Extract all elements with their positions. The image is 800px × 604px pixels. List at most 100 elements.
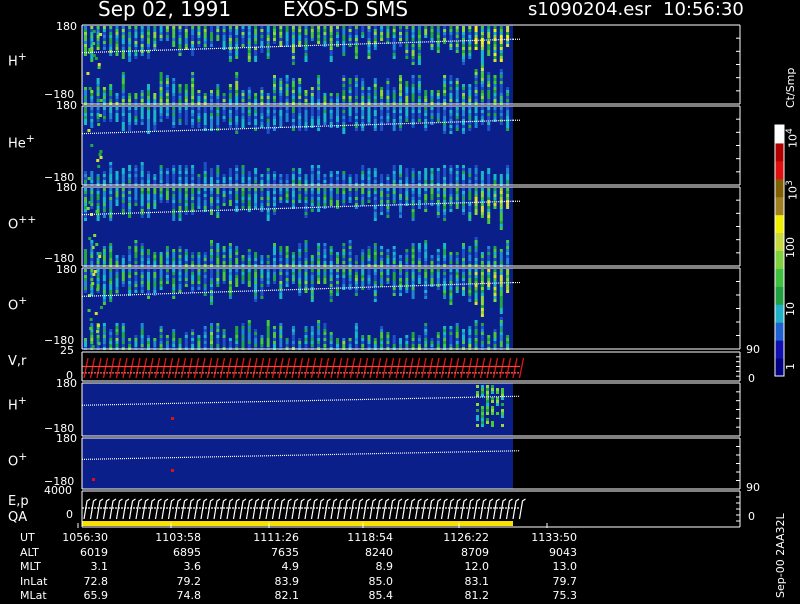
spec-cell [367,269,371,272]
spec-cell [499,75,503,78]
spec-cell [310,96,314,99]
spec-cell [159,261,163,264]
spec-cell [235,278,239,281]
spec-cell [367,194,371,197]
spec-cell [235,258,239,261]
spec-cell [90,99,94,102]
spec-cell [480,332,484,335]
footer-cell: 83.1 [464,574,490,588]
spec-cell [153,272,157,275]
spec-cell [84,26,87,29]
spec-cell [329,332,333,335]
spec-cell [279,281,283,284]
spec-cell [279,341,283,344]
spec-cell [102,344,106,347]
spec-cell [329,35,333,38]
spec-cell [109,113,113,116]
spec-cell [128,290,132,293]
spec-cell [147,206,150,209]
spec-cell [348,93,352,96]
spec-cell [317,119,321,122]
spec-cell [197,90,201,93]
spec-cell [178,165,182,168]
spec-cell [493,252,497,255]
spec-cell [462,278,465,281]
spec-cell [380,344,384,347]
spec-cell [493,44,497,47]
spec-cell [191,107,195,110]
spec-cell [367,246,371,249]
spec-cell [329,249,333,252]
spec-cell [184,99,188,102]
spec-cell [84,119,87,122]
spec-cell [493,107,497,110]
spec-cell [222,177,226,180]
spec-cell [317,90,321,93]
spec-cell [184,113,188,116]
spec-cell [323,278,327,281]
spec-cell [140,203,144,206]
spec-cell [424,293,428,296]
spec-cell [178,96,182,99]
spec-cell [392,252,396,255]
spec-cell [499,296,503,299]
spec-cell [417,47,421,50]
spec-cell [172,194,176,197]
spec-cell [266,258,270,261]
spec-cell [386,110,390,113]
spec-cell [235,35,239,38]
spec-cell [266,278,270,281]
spec-cell [417,116,421,119]
spec-cell [165,174,169,177]
spec-cell [128,59,132,62]
spec-cell [172,168,176,171]
spec-cell [254,29,258,32]
spec-cell [399,75,402,78]
spec-cell [329,299,333,302]
spec-cell [373,249,377,252]
spec-cell [329,293,333,296]
spec-cell [216,246,220,249]
footer-row-label: InLat [20,574,48,588]
spec-cell [266,47,270,50]
spec-cell [380,99,384,102]
spec-cell [197,29,201,32]
spec-cell [291,168,295,171]
spec-cell [273,84,276,87]
spec-cell [228,168,232,171]
spec-cell [304,255,308,258]
spec-cell [178,191,182,194]
spec-cell [84,32,87,35]
spec-cell [354,197,358,200]
spec-cell [480,56,484,59]
spec-cell [405,90,409,93]
spec-cell [443,275,447,278]
spec-cell [443,165,447,168]
spec-cell [323,191,327,194]
spec-cell [405,50,409,53]
spec-cell [279,90,283,93]
spec-cell [203,180,207,183]
spec-cell [140,246,144,249]
spec-cell [462,47,465,50]
spec-cell [203,165,207,168]
spec-cell [260,180,264,183]
spec-cell [417,191,421,194]
spec-cell [436,281,440,284]
spec-cell [153,287,157,290]
spec-cell [210,38,213,41]
spec-cell [178,113,182,116]
spec-cell [443,174,447,177]
spec-cell [279,26,283,29]
spec-cell [102,180,106,183]
spec-cell [480,99,484,102]
spec-cell [203,200,207,203]
spec-cell [361,272,365,275]
spec-cell [443,200,447,203]
spec-cell [499,344,503,347]
spec-cell [329,284,333,287]
spec-cell [121,177,125,180]
spec-cell [487,90,491,93]
spec-cell [203,206,207,209]
spec-cell [323,113,327,116]
